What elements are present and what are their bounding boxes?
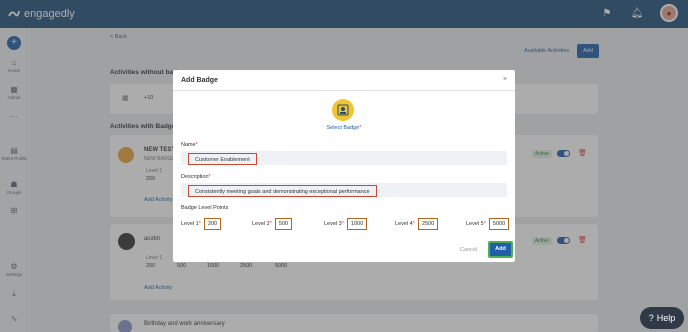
name-label-text: Name — [181, 142, 196, 148]
level-1-input[interactable]: 200 — [203, 218, 222, 230]
close-icon[interactable]: × — [503, 76, 507, 83]
level-label: Level 2 — [252, 221, 270, 227]
level-4: Level 4 * 2500 — [395, 218, 439, 230]
name-label: Name* — [181, 142, 198, 148]
cancel-button[interactable]: Cancel — [460, 247, 477, 253]
description-label-text: Description — [181, 174, 209, 180]
divider — [173, 90, 515, 91]
add-badge-button[interactable]: Add — [488, 241, 513, 258]
level-1: Level 1 * 200 — [181, 218, 222, 230]
level-4-input[interactable]: 2500 — [417, 218, 439, 230]
help-button[interactable]: ? Help — [640, 307, 684, 329]
help-icon: ? — [648, 313, 654, 323]
help-label: Help — [656, 313, 676, 323]
name-value[interactable]: Customer Enablement — [188, 153, 257, 165]
level-3-input[interactable]: 1000 — [346, 218, 368, 230]
level-2-input[interactable]: 500 — [274, 218, 293, 230]
level-label: Level 1 — [181, 221, 199, 227]
level-2: Level 2 * 500 — [252, 218, 293, 230]
users-icon — [337, 104, 349, 116]
description-field[interactable]: Consistently meeting goals and demonstra… — [181, 183, 507, 197]
level-label: Level 5 — [466, 221, 484, 227]
select-badge-link[interactable]: Select Badge* — [173, 125, 515, 131]
select-badge-icon[interactable] — [332, 99, 354, 121]
level-label: Level 3 — [324, 221, 342, 227]
add-badge-modal: Add Badge × Select Badge* Name* Customer… — [173, 70, 515, 262]
level-3: Level 3 * 1000 — [324, 218, 368, 230]
modal-title: Add Badge — [181, 77, 218, 84]
badge-level-points-label: Badge Level Points — [181, 205, 229, 211]
level-5: Level 5 * 5000 — [466, 218, 510, 230]
select-badge-label: Select Badge — [326, 125, 360, 131]
description-value[interactable]: Consistently meeting goals and demonstra… — [188, 185, 377, 197]
level-5-input[interactable]: 5000 — [488, 218, 510, 230]
name-field[interactable]: Customer Enablement — [181, 151, 507, 165]
description-label: Description* — [181, 174, 211, 180]
level-label: Level 4 — [395, 221, 413, 227]
